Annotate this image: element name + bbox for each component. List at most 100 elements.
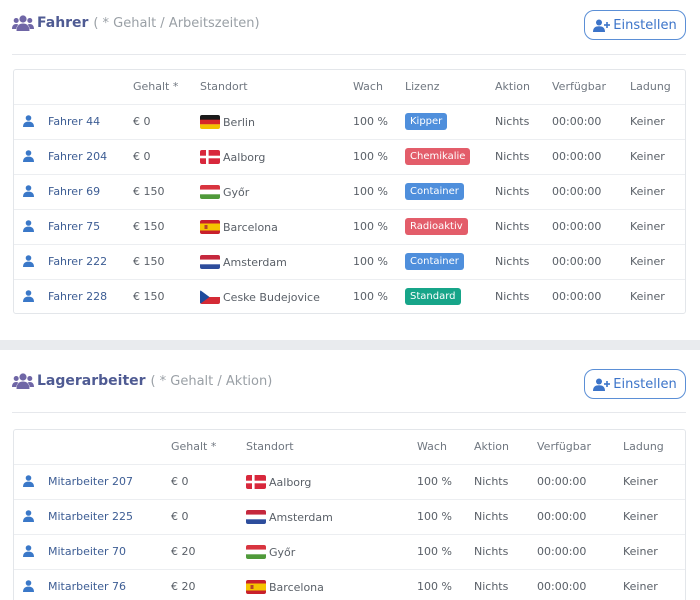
row-icon-cell xyxy=(14,173,48,209)
employee-name-link[interactable]: Fahrer 75 xyxy=(48,208,133,244)
hire-worker-button-label: Einstellen xyxy=(613,376,677,392)
drivers-table-container: Gehalt * Standort Wach Lizenz Aktion Ver… xyxy=(13,69,686,314)
license-cell: Kipper xyxy=(405,103,495,139)
load-cell: Keiner xyxy=(623,568,685,600)
available-cell: 00:00:00 xyxy=(552,208,630,244)
action-cell: Nichts xyxy=(495,208,552,244)
user-icon xyxy=(23,474,34,487)
awake-cell: 100 % xyxy=(417,568,474,600)
salary-cell: € 150 xyxy=(133,243,200,279)
salary-cell: € 0 xyxy=(171,498,246,534)
hire-driver-button-label: Einstellen xyxy=(613,17,677,33)
row-icon-cell xyxy=(14,568,48,600)
awake-cell: 100 % xyxy=(417,498,474,534)
location-cell: Amsterdam xyxy=(246,498,417,534)
row-icon-cell xyxy=(14,278,48,313)
license-badge: Standard xyxy=(405,288,461,306)
load-cell: Keiner xyxy=(630,278,685,313)
table-row[interactable]: Fahrer 204 € 0 Aalborg 100 % Chemikalie Nicht… xyxy=(14,138,685,174)
workers-header: Lagerarbeiter ( * Gehalt / Aktion) Einst… xyxy=(12,350,686,413)
location-cell: Aalborg xyxy=(246,463,417,499)
flag-de-icon xyxy=(200,114,220,129)
load-cell: Keiner xyxy=(630,208,685,244)
available-cell: 00:00:00 xyxy=(552,243,630,279)
table-row[interactable]: Fahrer 75 € 150 Barcelona 100 % Radioaktiv Ni… xyxy=(14,208,685,244)
users-icon xyxy=(12,15,34,31)
column-header-location: Standort xyxy=(246,440,294,454)
license-badge: Radioaktiv xyxy=(405,218,468,235)
user-icon xyxy=(23,219,34,232)
available-cell: 00:00:00 xyxy=(537,568,623,600)
salary-cell: € 150 xyxy=(133,173,200,209)
action-cell: Nichts xyxy=(474,533,537,569)
user-icon xyxy=(23,509,34,522)
employee-name-link[interactable]: Fahrer 228 xyxy=(48,278,133,313)
location-name: Aalborg xyxy=(269,475,312,489)
employee-name-link[interactable]: Mitarbeiter 70 xyxy=(48,533,171,569)
action-cell: Nichts xyxy=(474,463,537,499)
employee-name-link[interactable]: Fahrer 204 xyxy=(48,138,133,174)
column-header-license: Lizenz xyxy=(405,80,440,94)
column-header-available: Verfügbar xyxy=(537,440,592,454)
action-cell: Nichts xyxy=(495,278,552,313)
column-header-action: Aktion xyxy=(474,440,509,454)
location-cell: Barcelona xyxy=(200,208,353,244)
drivers-title: Fahrer ( * Gehalt / Arbeitszeiten) xyxy=(37,15,260,31)
location-name: Barcelona xyxy=(223,220,278,234)
action-cell: Nichts xyxy=(474,568,537,600)
column-header-awake: Wach xyxy=(353,80,383,94)
flag-hu-icon xyxy=(246,544,266,559)
location-name: Amsterdam xyxy=(269,510,333,524)
workers-table-container: Gehalt * Standort Wach Aktion Verfügbar … xyxy=(13,429,686,600)
employee-name-link[interactable]: Mitarbeiter 76 xyxy=(48,568,171,600)
row-icon-cell xyxy=(14,208,48,244)
drivers-header: Fahrer ( * Gehalt / Arbeitszeiten) Einst… xyxy=(12,0,686,55)
user-icon xyxy=(23,114,34,127)
user-icon xyxy=(23,289,34,302)
drivers-table-body: Fahrer 44 € 0 Berlin 100 % Kipper Nichts 00:00… xyxy=(14,103,685,313)
table-row[interactable]: Mitarbeiter 76 € 20 Barcelona 100 % Nichts 00… xyxy=(14,568,685,600)
available-cell: 00:00:00 xyxy=(537,498,623,534)
load-cell: Keiner xyxy=(623,498,685,534)
table-row[interactable]: Fahrer 228 € 150 Ceske Budejovice 100 % Stan… xyxy=(14,278,685,313)
license-badge: Container xyxy=(405,253,464,270)
available-cell: 00:00:00 xyxy=(537,463,623,499)
flag-nl-icon xyxy=(246,509,266,524)
action-cell: Nichts xyxy=(495,138,552,174)
table-row[interactable]: Mitarbeiter 70 € 20 Győr 100 % Nichts 00:00:0… xyxy=(14,533,685,569)
workers-title: Lagerarbeiter ( * Gehalt / Aktion) xyxy=(37,373,272,389)
salary-cell: € 0 xyxy=(171,463,246,499)
location-name: Amsterdam xyxy=(223,255,287,269)
hire-worker-button[interactable]: Einstellen xyxy=(584,369,686,399)
table-row[interactable]: Fahrer 44 € 0 Berlin 100 % Kipper Nichts 00:00… xyxy=(14,103,685,139)
table-row[interactable]: Fahrer 222 € 150 Amsterdam 100 % Container Ni… xyxy=(14,243,685,279)
column-header-salary[interactable]: Gehalt * xyxy=(171,430,246,464)
load-cell: Keiner xyxy=(630,103,685,139)
table-row[interactable]: Fahrer 69 € 150 Győr 100 % Container Nichts 00… xyxy=(14,173,685,209)
row-icon-cell xyxy=(14,498,48,534)
available-cell: 00:00:00 xyxy=(552,103,630,139)
column-header-available: Verfügbar xyxy=(552,80,607,94)
flag-nl-icon xyxy=(200,254,220,269)
column-header-icon xyxy=(14,430,48,464)
table-row[interactable]: Mitarbeiter 207 € 0 Aalborg 100 % Nichts 00:0… xyxy=(14,463,685,499)
column-header-location: Standort xyxy=(200,80,248,94)
flag-hu-icon xyxy=(200,184,220,199)
flag-es-icon xyxy=(200,219,220,234)
available-cell: 00:00:00 xyxy=(537,533,623,569)
drivers-table-header: Gehalt * Standort Wach Lizenz Aktion Ver… xyxy=(14,70,685,104)
column-header-salary[interactable]: Gehalt * xyxy=(133,70,200,104)
column-header-action: Aktion xyxy=(495,80,530,94)
table-row[interactable]: Mitarbeiter 225 € 0 Amsterdam 100 % Nichts 00… xyxy=(14,498,685,534)
load-cell: Keiner xyxy=(630,138,685,174)
employee-name-link[interactable]: Mitarbeiter 207 xyxy=(48,463,171,499)
available-cell: 00:00:00 xyxy=(552,278,630,313)
employee-name-link[interactable]: Fahrer 44 xyxy=(48,103,133,139)
hire-driver-button[interactable]: Einstellen xyxy=(584,10,686,40)
employee-name-link[interactable]: Fahrer 69 xyxy=(48,173,133,209)
column-header-load: Ladung xyxy=(623,440,664,454)
column-header-load: Ladung xyxy=(630,80,671,94)
employee-name-link[interactable]: Mitarbeiter 225 xyxy=(48,498,171,534)
drivers-panel: Fahrer ( * Gehalt / Arbeitszeiten) Einst… xyxy=(0,0,700,340)
employee-name-link[interactable]: Fahrer 222 xyxy=(48,243,133,279)
